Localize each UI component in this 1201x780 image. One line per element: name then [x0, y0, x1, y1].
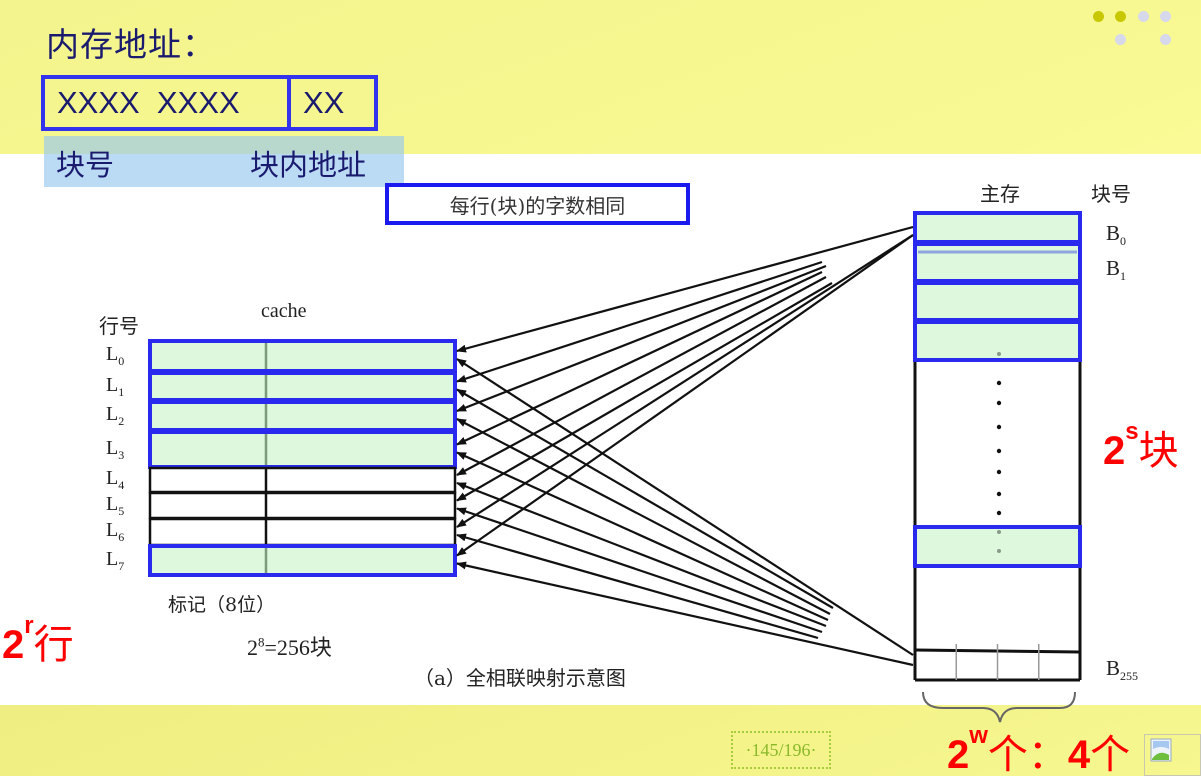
mapping-arrow-from-b0: [456, 271, 823, 446]
cache-line: [148, 491, 457, 520]
mapping-arrow-from-b255: [456, 533, 819, 640]
ellipsis-dot: [997, 530, 1001, 534]
mapping-arrow-from-b255: [456, 451, 829, 622]
memory-block-fill: [915, 213, 1080, 242]
ellipsis-dot: [996, 380, 1002, 386]
memory-block-fill: [915, 283, 1080, 320]
ellipsis-dot: [996, 400, 1002, 406]
ellipsis-dot: [996, 448, 1002, 454]
memory-block-fill: [915, 244, 1080, 281]
cache-line-fill: [150, 432, 455, 467]
mapping-arrow-from-b0: [456, 225, 914, 353]
ellipsis-dot: [996, 491, 1002, 497]
ellipsis-dot: [997, 549, 1001, 553]
words-brace: [922, 691, 1076, 723]
mapping-diagram: [148, 211, 1082, 723]
mapping-arrow-from-b255: [456, 561, 914, 667]
ellipsis-dot: [996, 510, 1002, 516]
cache-line: [148, 517, 457, 547]
cache-line: [148, 466, 457, 494]
cache-line-fill: [150, 546, 455, 575]
ellipsis-dot: [997, 352, 1001, 356]
cache-line-fill: [150, 402, 455, 430]
mapping-arrow-from-b0: [456, 276, 827, 476]
ellipsis-dot: [996, 469, 1002, 475]
mapping-arrow-from-b0: [456, 282, 833, 502]
ellipsis-dot: [996, 424, 1002, 430]
cache-line-fill: [150, 341, 455, 371]
cache-line-fill: [150, 373, 455, 400]
mapping-arrow-from-b0: [456, 264, 827, 413]
